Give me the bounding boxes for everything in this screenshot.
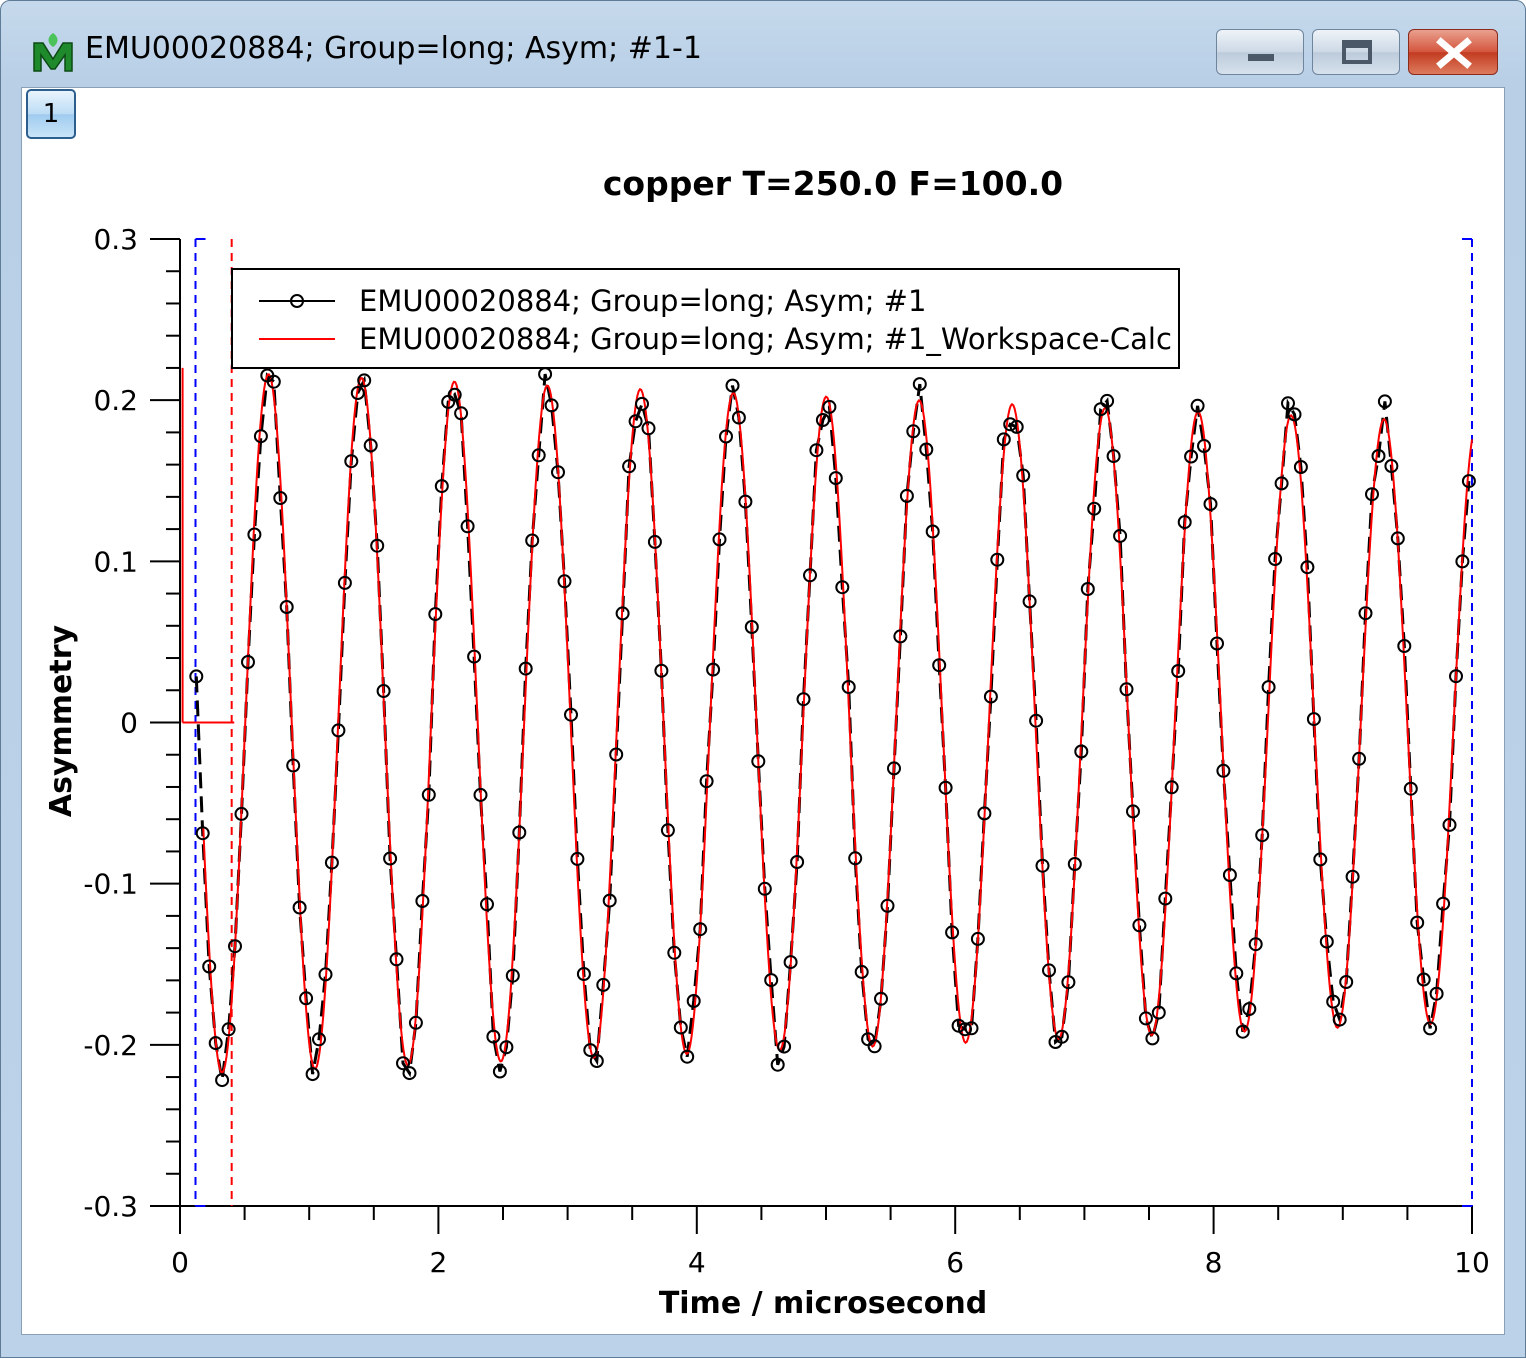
y-axis-title: Asymmetry: [44, 624, 79, 817]
y-tick-label: -0.2: [83, 1029, 138, 1062]
x-tick-label: 10: [1454, 1246, 1490, 1279]
y-tick-label: 0: [120, 707, 138, 740]
data-series-line: [194, 372, 1471, 1081]
range-markers[interactable]: [181, 238, 1473, 1207]
y-tick-label: 0.1: [93, 545, 138, 578]
y-tick-label: -0.3: [83, 1190, 138, 1223]
legend[interactable]: EMU00020884; Group=long; Asym; #1 EMU0002…: [231, 268, 1180, 369]
chart-title: copper T=250.0 F=100.0: [603, 164, 1063, 203]
legend-calc-label: EMU00020884; Group=long; Asym; #1_Worksp…: [359, 322, 1172, 356]
x-tick-label: 4: [688, 1246, 706, 1279]
calc-series-line: [202, 373, 1473, 1074]
plot-window: EMU00020884; Group=long; Asym; #1-1 1 co…: [0, 0, 1526, 1358]
legend-data-label: EMU00020884; Group=long; Asym; #1: [359, 284, 926, 318]
x-axis-title: Time / microsecond: [659, 1286, 987, 1321]
y-tick-label: 0.2: [93, 384, 138, 417]
asymmetry-chart: copper T=250.0 F=100.0 Time / microsecon…: [44, 164, 1490, 1321]
axes: -0.3 -0.2 -0.1 0 0.1 0.2 0.3 0 2 4 6 8 10: [83, 223, 1489, 1279]
y-tick-label: -0.1: [83, 868, 138, 901]
x-tick-label: 6: [946, 1246, 964, 1279]
series-layer: [189, 367, 1476, 1088]
x-tick-label: 0: [171, 1246, 189, 1279]
y-tick-label: 0.3: [93, 223, 138, 256]
x-tick-label: 8: [1205, 1246, 1223, 1279]
x-tick-label: 2: [429, 1246, 447, 1279]
